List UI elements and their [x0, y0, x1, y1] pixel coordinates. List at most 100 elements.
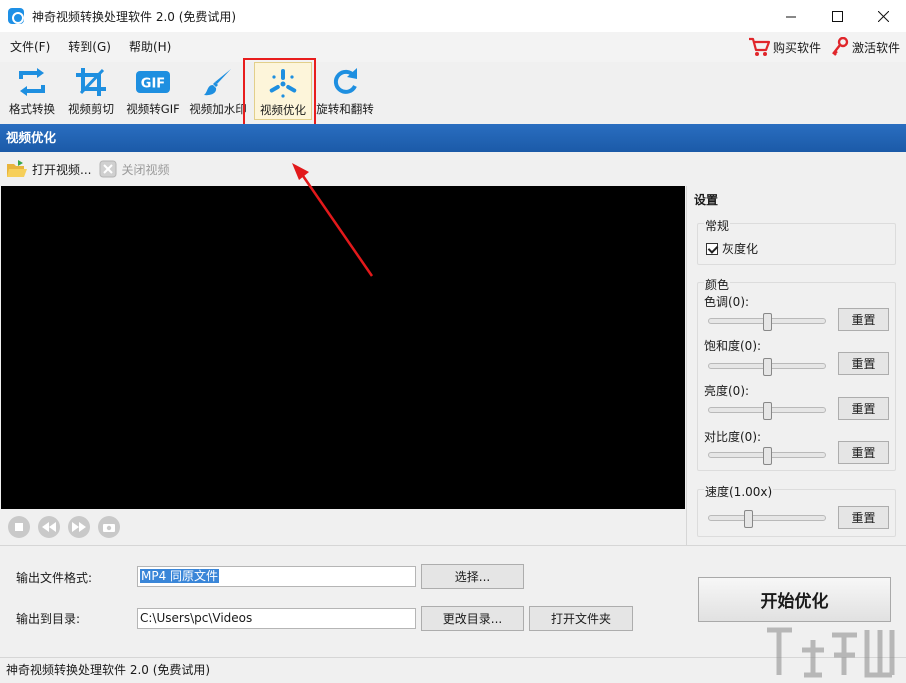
menu-goto[interactable]: 转到(G)	[60, 32, 119, 62]
stop-button[interactable]	[8, 516, 30, 538]
saturation-label: 饱和度(0):	[704, 339, 762, 353]
select-format-button[interactable]: 选择...	[421, 564, 524, 589]
tool-video-optimize-label: 视频优化	[260, 103, 306, 117]
maximize-icon	[831, 10, 843, 22]
speed-reset-button[interactable]: 重置	[838, 506, 889, 529]
saturation-reset-button[interactable]: 重置	[838, 352, 889, 375]
close-icon	[877, 10, 889, 22]
speed-group-title: 速度(1.00x)	[704, 483, 774, 500]
tool-format-convert[interactable]: 格式转换	[4, 62, 60, 120]
output-dir-label: 输出到目录:	[16, 612, 81, 626]
fast-forward-icon	[72, 522, 86, 532]
gif-icon: GIF	[135, 67, 171, 97]
brush-icon	[203, 67, 233, 97]
speed-slider-thumb[interactable]	[744, 510, 753, 528]
close-video-icon	[99, 160, 117, 178]
maximize-button[interactable]	[814, 0, 860, 32]
svg-text:GIF: GIF	[141, 77, 165, 92]
tool-video-optimize[interactable]: 视频优化	[254, 62, 312, 120]
open-video-button[interactable]: 打开视频...	[6, 159, 91, 179]
tool-rotate-flip-label: 旋转和翻转	[316, 102, 374, 116]
output-panel: 输出文件格式: MP4 同原文件 选择... 输出到目录: C:\Users\p…	[0, 545, 906, 657]
grayscale-label: 灰度化	[722, 242, 759, 256]
grayscale-check-icon	[706, 242, 718, 255]
hue-label: 色调(0):	[704, 295, 750, 309]
color-group: 颜色 色调(0): 重置 饱和度(0): 重置 亮度(0): 重置 对比度(0)…	[697, 276, 896, 471]
brightness-slider-thumb[interactable]	[763, 402, 772, 420]
close-video-label: 关闭视频	[121, 162, 170, 177]
menu-bar: 文件(F) 转到(G) 帮助(H) 购买软件 激活软件	[0, 32, 906, 62]
tool-video-to-gif[interactable]: GIF 视频转GIF	[122, 62, 184, 120]
hue-slider[interactable]	[708, 313, 826, 331]
settings-title: 设置	[694, 193, 719, 207]
open-video-label: 打开视频...	[32, 162, 92, 177]
fast-forward-button[interactable]	[68, 516, 90, 538]
contrast-label: 对比度(0):	[704, 430, 762, 444]
output-dir-field[interactable]: C:\Users\pc\Videos	[137, 608, 416, 629]
saturation-slider[interactable]	[708, 358, 826, 376]
tool-format-convert-label: 格式转换	[9, 102, 55, 116]
output-format-field[interactable]: MP4 同原文件	[137, 566, 416, 587]
change-dir-button[interactable]: 更改目录...	[421, 606, 524, 631]
format-convert-icon	[16, 67, 48, 97]
folder-open-icon	[7, 160, 27, 177]
open-folder-button[interactable]: 打开文件夹	[529, 606, 633, 631]
snapshot-button[interactable]	[98, 516, 120, 538]
tool-watermark-label: 视频加水印	[189, 102, 247, 116]
brightness-reset-button[interactable]: 重置	[838, 397, 889, 420]
minimize-icon	[785, 16, 796, 17]
buy-software-link[interactable]: 购买软件	[748, 37, 821, 57]
grayscale-checkbox[interactable]: 灰度化	[706, 240, 758, 257]
general-group-title: 常规	[704, 217, 731, 234]
cart-icon	[748, 37, 770, 56]
video-toolbar: 打开视频... 关闭视频	[0, 152, 906, 186]
key-icon	[832, 37, 849, 56]
speed-group: 速度(1.00x) 重置	[697, 483, 896, 537]
camera-icon	[103, 524, 115, 532]
brightness-slider[interactable]	[708, 402, 826, 420]
menu-right: 购买软件 激活软件	[748, 32, 900, 62]
start-optimize-button[interactable]: 开始优化	[698, 577, 891, 622]
stop-icon	[15, 523, 23, 531]
hue-reset-button[interactable]: 重置	[838, 308, 889, 331]
contrast-slider-thumb[interactable]	[763, 447, 772, 465]
menu-file[interactable]: 文件(F)	[2, 32, 58, 62]
tool-video-cut[interactable]: 视频剪切	[62, 62, 120, 120]
brightness-label: 亮度(0):	[704, 384, 750, 398]
rewind-icon	[42, 522, 56, 532]
status-bar: 神奇视频转换处理软件 2.0 (免费试用)	[0, 657, 906, 683]
output-dir-value: C:\Users\pc\Videos	[140, 611, 253, 625]
title-bar: 神奇视频转换处理软件 2.0 (免费试用)	[0, 0, 906, 32]
rotate-icon	[330, 67, 360, 97]
activate-software-link[interactable]: 激活软件	[831, 37, 900, 57]
tool-video-cut-label: 视频剪切	[68, 102, 114, 116]
output-format-label: 输出文件格式:	[16, 571, 93, 585]
contrast-slider[interactable]	[708, 447, 826, 465]
window-title: 神奇视频转换处理软件 2.0 (免费试用)	[32, 9, 237, 24]
video-preview	[1, 186, 685, 509]
section-title: 视频优化	[0, 124, 906, 152]
contrast-reset-button[interactable]: 重置	[838, 441, 889, 464]
speed-slider[interactable]	[708, 510, 826, 528]
minimize-button[interactable]	[768, 0, 814, 32]
optimize-icon	[268, 68, 298, 98]
color-group-title: 颜色	[704, 276, 731, 293]
hue-slider-thumb[interactable]	[763, 313, 772, 331]
rewind-button[interactable]	[38, 516, 60, 538]
saturation-slider-thumb[interactable]	[763, 358, 772, 376]
window-controls	[768, 0, 906, 32]
general-group: 常规 灰度化	[697, 217, 896, 265]
main-toolbar: 格式转换 视频剪切 GIF 视频转GIF 视频加水印 视频优化 旋转和翻转	[0, 62, 906, 124]
menu-help[interactable]: 帮助(H)	[121, 32, 179, 62]
close-button[interactable]	[860, 0, 906, 32]
app-icon	[8, 8, 24, 24]
close-video-button[interactable]: 关闭视频	[99, 160, 169, 178]
buy-software-label: 购买软件	[772, 40, 821, 55]
tool-rotate-flip[interactable]: 旋转和翻转	[314, 62, 376, 120]
tool-watermark[interactable]: 视频加水印	[186, 62, 250, 120]
activate-software-label: 激活软件	[851, 40, 900, 55]
crop-icon	[75, 67, 107, 97]
settings-panel: 设置 常规 灰度化 颜色 色调(0): 重置 饱和度(0): 重置 亮度(0):…	[686, 186, 906, 545]
output-format-value: MP4 同原文件	[140, 569, 220, 583]
playback-controls	[0, 509, 686, 545]
